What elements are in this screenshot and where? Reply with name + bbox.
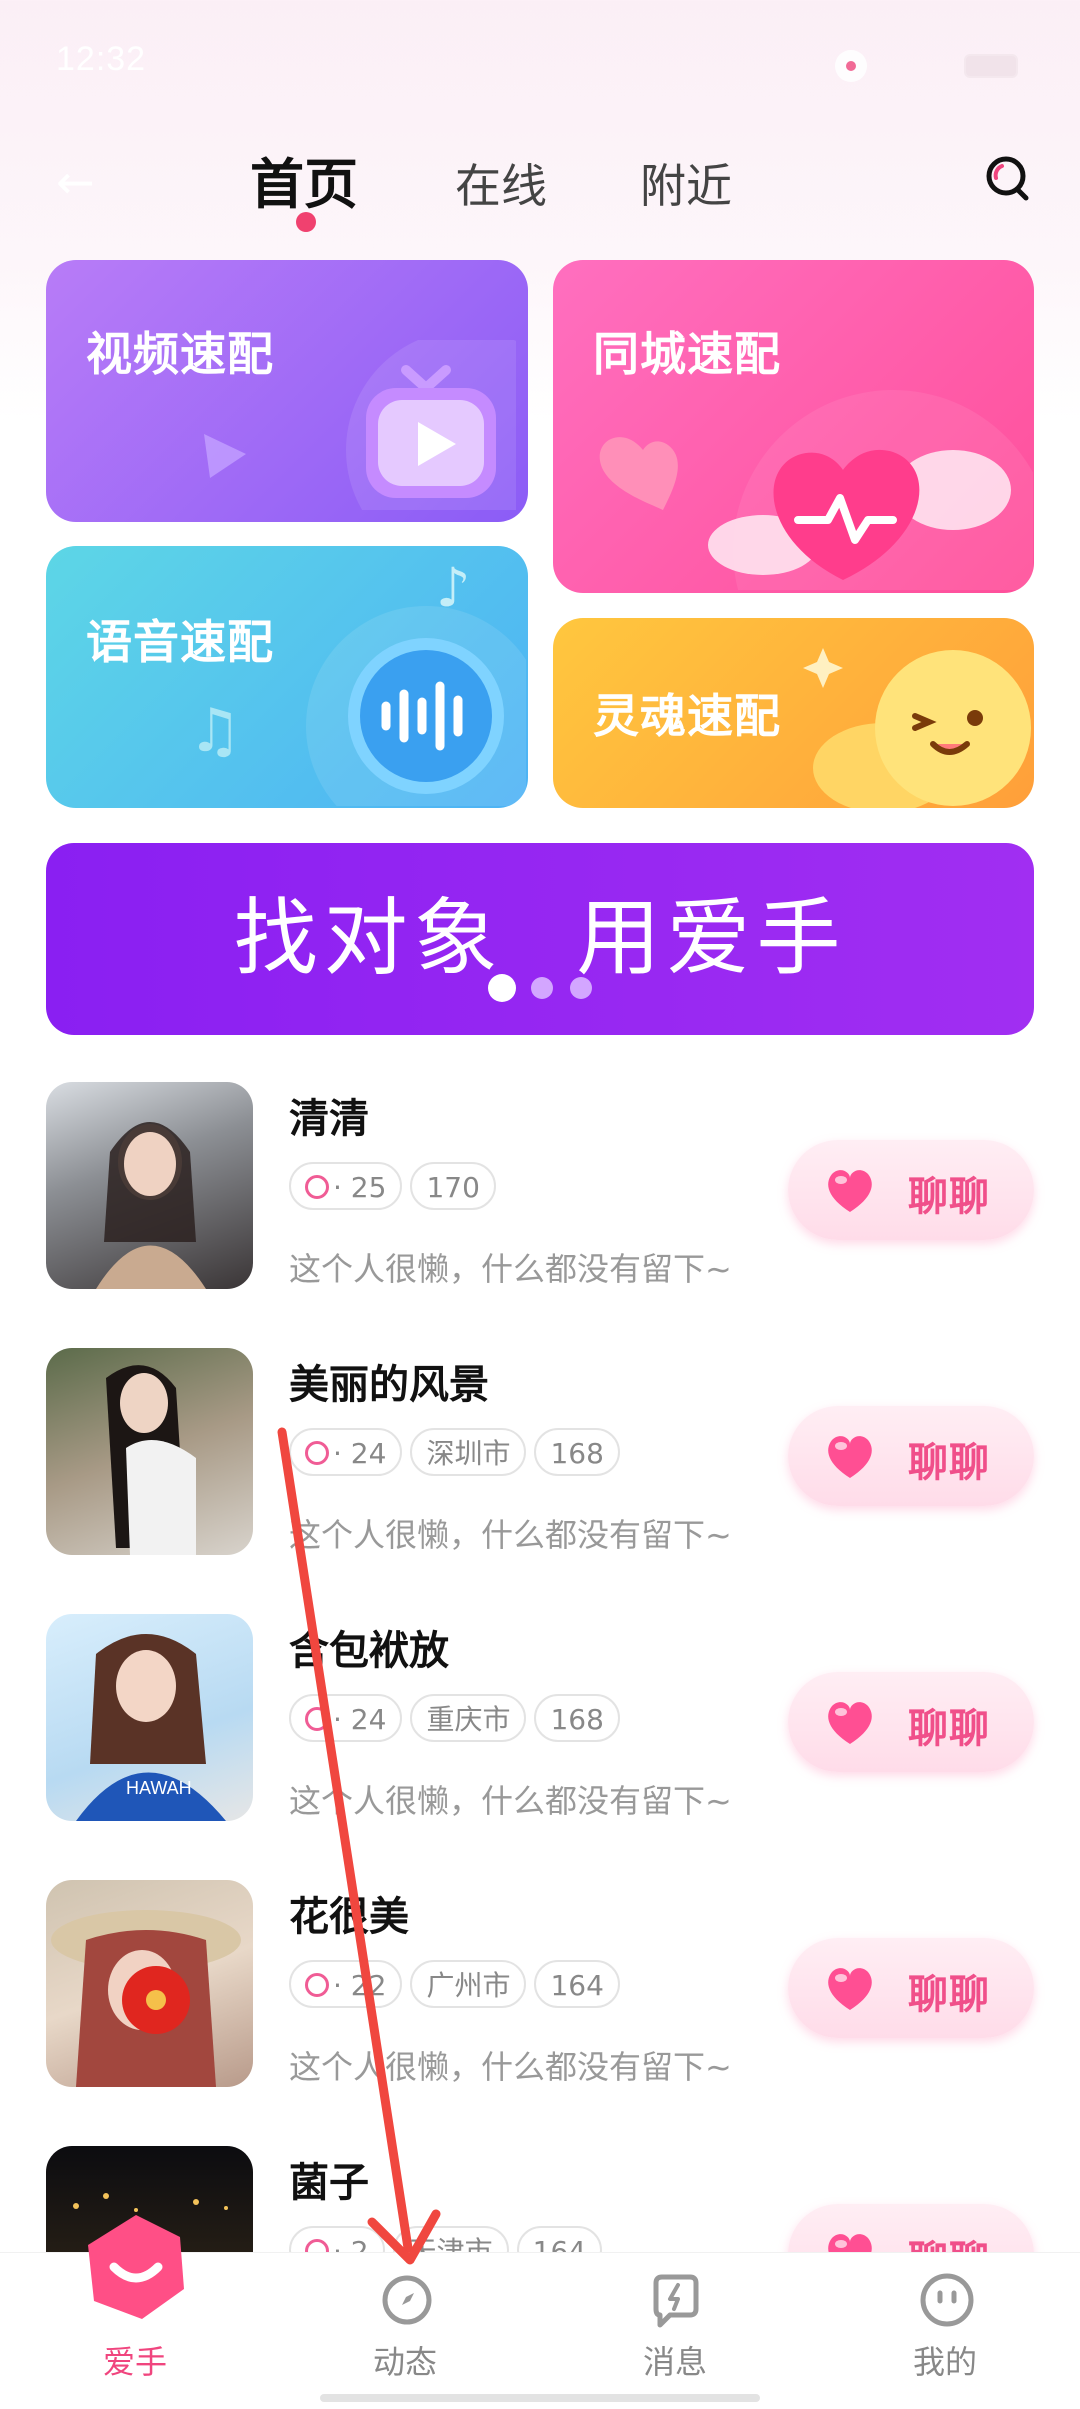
user-name: 花很美 — [289, 1894, 409, 1940]
video-match-label: 视频速配 — [86, 327, 274, 381]
user-age: · 25 — [333, 1171, 387, 1204]
heart-icon — [828, 1702, 872, 1744]
avatar[interactable] — [46, 1082, 253, 1289]
svg-text:HAWAH: HAWAH — [126, 1778, 192, 1798]
female-icon — [305, 1707, 329, 1731]
tab-nearby[interactable]: 附近 — [640, 150, 732, 216]
chat-label: 聊聊 — [908, 1706, 990, 1752]
list-item[interactable]: HAWAH 含包袱放 · 24 重庆市 168 这个人很懒，什么都没有留下~ 聊聊 — [46, 1614, 1034, 1824]
promo-banner[interactable]: 找对象 用爱手 — [46, 843, 1034, 1035]
city-match-card[interactable]: 同城速配 — [553, 260, 1034, 593]
city-tag: 深圳市 — [410, 1428, 527, 1476]
home-indicator — [320, 2394, 760, 2402]
search-icon[interactable] — [984, 154, 1034, 204]
heart-icon — [828, 1170, 872, 1212]
nav-item-moments[interactable]: 动态 — [270, 2253, 540, 2409]
voice-match-label: 语音速配 — [86, 615, 274, 669]
list-item[interactable]: 美丽的风景 · 24 深圳市 168 这个人很懒，什么都没有留下~ 聊聊 — [46, 1348, 1034, 1558]
voice-wave-icon — [306, 606, 526, 806]
age-tag: · 24 — [289, 1428, 403, 1476]
carousel-dot-active[interactable] — [488, 974, 516, 1002]
chat-label: 聊聊 — [908, 1174, 990, 1220]
nav-label: 爱手 — [102, 2343, 167, 2381]
user-age: · 22 — [333, 1969, 387, 2002]
avatar[interactable]: HAWAH — [46, 1614, 253, 1821]
tv-play-icon — [346, 340, 516, 510]
age-tag: · 24 — [289, 1694, 403, 1742]
banner-slogan: 找对象 用爱手 — [233, 889, 847, 987]
music-note-icon: ♫ — [188, 696, 242, 766]
chat-label: 聊聊 — [908, 1972, 990, 2018]
triangle-deco-icon — [204, 434, 246, 478]
soul-match-label: 灵魂速配 — [593, 689, 781, 743]
height-tag: 164 — [534, 1960, 620, 2008]
nav-item-profile[interactable]: 我的 — [810, 2253, 1080, 2409]
tab-home[interactable]: 首页 — [250, 140, 358, 219]
user-signature: 这个人很懒，什么都没有留下~ — [289, 1516, 732, 1554]
female-icon — [305, 1175, 329, 1199]
voice-match-card[interactable]: 语音速配 ♫ ♪ — [46, 546, 528, 808]
city-tag: 重庆市 — [410, 1694, 527, 1742]
user-name: 含包袱放 — [289, 1628, 449, 1674]
chat-button[interactable]: 聊聊 — [788, 1140, 1034, 1240]
tab-online[interactable]: 在线 — [455, 150, 547, 216]
heart-icon — [828, 1968, 872, 2010]
message-bubble-icon — [653, 2274, 699, 2328]
height-tag: 168 — [534, 1694, 620, 1742]
soul-match-card[interactable]: 灵魂速配 — [553, 618, 1034, 808]
status-bar: 12:32 — [0, 0, 1080, 120]
avatar[interactable] — [46, 1880, 253, 2087]
chat-button[interactable]: 聊聊 — [788, 1406, 1034, 1506]
chat-button[interactable]: 聊聊 — [788, 1938, 1034, 2038]
recording-indicator-icon — [835, 50, 867, 82]
user-signature: 这个人很懒，什么都没有留下~ — [289, 1782, 732, 1820]
height-tag: 168 — [534, 1428, 620, 1476]
nav-item-home[interactable]: 爱手 — [0, 2215, 270, 2409]
user-age: · 24 — [333, 1437, 387, 1470]
compass-icon — [382, 2275, 432, 2325]
carousel-dot[interactable] — [570, 977, 592, 999]
user-signature: 这个人很懒，什么都没有留下~ — [289, 1250, 732, 1288]
female-icon — [305, 1441, 329, 1465]
heart-icon — [828, 1436, 872, 1478]
face-icon — [920, 2273, 974, 2327]
nav-label: 动态 — [372, 2343, 437, 2381]
winking-face-icon — [803, 648, 1031, 808]
video-match-card[interactable]: 视频速配 — [46, 260, 528, 522]
smile-logo-icon — [88, 2215, 184, 2319]
chat-label: 聊聊 — [908, 1440, 990, 1486]
bottom-nav: 爱手 动态 消息 我的 — [0, 2215, 1080, 2409]
battery-icon — [964, 54, 1018, 78]
avatar[interactable] — [46, 1348, 253, 1555]
carousel-dot[interactable] — [531, 977, 553, 999]
user-name: 菌子 — [289, 2160, 369, 2206]
female-icon — [305, 1973, 329, 1997]
heart-pulse-icon — [599, 390, 1033, 590]
list-item[interactable]: 清清 · 25 170 这个人很懒，什么都没有留下~ 聊聊 — [46, 1082, 1034, 1292]
nav-label: 消息 — [642, 2343, 707, 2381]
chat-button[interactable]: 聊聊 — [788, 1672, 1034, 1772]
user-name: 清清 — [289, 1096, 369, 1142]
active-tab-indicator — [296, 212, 316, 232]
nav-item-messages[interactable]: 消息 — [540, 2253, 810, 2409]
user-name: 美丽的风景 — [289, 1362, 489, 1408]
list-item[interactable]: 花很美 · 22 广州市 164 这个人很懒，什么都没有留下~ 聊聊 — [46, 1880, 1034, 2090]
user-signature: 这个人很懒，什么都没有留下~ — [289, 2048, 732, 2086]
status-time: 12:32 — [56, 40, 147, 78]
height-tag: 170 — [410, 1162, 496, 1210]
music-note-icon: ♪ — [436, 556, 471, 619]
back-arrow-icon[interactable]: ← — [56, 158, 104, 206]
city-tag: 广州市 — [410, 1960, 527, 2008]
user-age: · 24 — [333, 1703, 387, 1736]
city-match-label: 同城速配 — [593, 327, 781, 381]
age-tag: · 25 — [289, 1162, 403, 1210]
age-tag: · 22 — [289, 1960, 403, 2008]
nav-label: 我的 — [912, 2343, 977, 2381]
